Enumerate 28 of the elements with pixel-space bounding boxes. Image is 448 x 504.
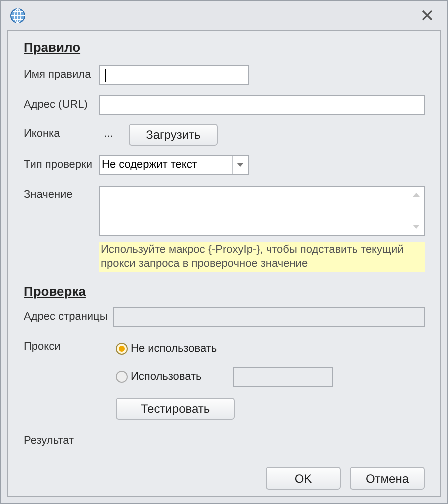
field-label: Тип проверки [24,160,94,170]
field-label: Адрес (URL) [24,100,89,110]
field-label: Адрес страницы [24,312,109,322]
caret-icon [237,163,244,167]
scroll-down-icon[interactable] [412,225,420,229]
icon-path-text: ... [104,129,114,140]
section-heading: Проверка [24,285,87,298]
close-icon[interactable] [422,10,433,21]
load-button[interactable]: Загрузить [129,124,218,146]
test-button[interactable]: Тестировать [116,398,235,420]
section-heading: Правило [24,41,82,54]
rule-name-field[interactable] [99,65,249,85]
ok-button[interactable]: OK [266,467,341,490]
field-label: Прокси [24,340,62,355]
scroll-up-icon[interactable] [412,193,420,197]
cancel-button[interactable]: Отмена [350,467,425,490]
proxy-radio[interactable]: Использовать [116,368,233,386]
result-label: Результат [24,436,76,447]
field-label: Значение [24,188,74,203]
check-type-dropdown[interactable]: Не содержит текст [99,155,249,175]
globe-icon [10,8,26,24]
url-field[interactable] [99,95,425,115]
value-textarea[interactable] [99,186,425,236]
hint-text: Используйте макрос {-ProxyIp-}, чтобы подставить текущий прокси запроса в проверочное значение [99,242,425,272]
field-label: Имя правила [24,70,92,80]
field-label: Иконка [24,129,62,140]
proxy-radio[interactable]: Не использовать [116,340,233,358]
proxy-field[interactable] [233,367,333,387]
